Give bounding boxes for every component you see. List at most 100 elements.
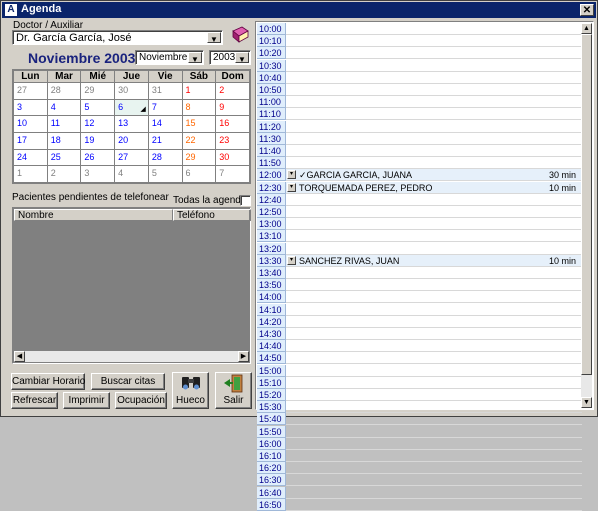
calendar-day[interactable]: 19 (80, 131, 116, 150)
time-slot-row[interactable]: 11:40 (257, 145, 582, 157)
buscar-citas-button[interactable]: Buscar citas (91, 373, 165, 390)
chevron-down-icon[interactable]: ▾ (287, 182, 296, 192)
calendar-day-today[interactable]: 6 ◢ (114, 98, 149, 117)
appointment-row[interactable]: 13:30 ▾ SANCHEZ RIVAS, JUAN 10 min (257, 254, 582, 267)
time-slot-row[interactable]: 10:30 (257, 59, 582, 72)
calendar-day[interactable]: 10 (13, 115, 48, 133)
appointment-row[interactable]: 12:30 ▾ TORQUEMADA PEREZ, PEDRO 10 min (257, 181, 582, 194)
calendar-day[interactable]: 9 (215, 98, 250, 117)
scroll-left-icon[interactable]: ◀ (14, 351, 25, 362)
chevron-down-icon[interactable]: ▼ (188, 52, 202, 64)
all-agendas-checkbox[interactable] (240, 195, 251, 206)
calendar-day[interactable]: 28 (147, 148, 183, 167)
time-slot-row[interactable]: 10:50 (257, 84, 582, 96)
column-header-nombre[interactable]: Nombre (14, 209, 173, 221)
calendar-day[interactable]: 29 (181, 148, 217, 167)
scroll-up-icon[interactable]: ▲ (581, 23, 592, 34)
calendar-day[interactable]: 7 (147, 98, 183, 117)
calendar-day[interactable]: 27 (13, 82, 48, 100)
doctor-select[interactable]: Dr. García García, José ▼ (12, 30, 223, 45)
time-slot-row[interactable]: 15:50 (257, 425, 582, 438)
column-header-telefono[interactable]: Teléfono (173, 209, 251, 221)
calendar-day[interactable]: 11 (46, 115, 82, 133)
calendar-day[interactable]: 28 (46, 82, 82, 100)
pending-list[interactable]: Nombre Teléfono ◀ ▶ (12, 207, 251, 364)
calendar-day[interactable]: 30 (114, 82, 149, 100)
salir-button[interactable]: Salir (215, 372, 252, 409)
calendar-day[interactable]: 1 (181, 82, 217, 100)
close-button[interactable]: ✕ (580, 4, 594, 16)
calendar-day[interactable]: 22 (181, 131, 217, 150)
time-slot-row[interactable]: 16:10 (257, 450, 582, 462)
time-slot-row[interactable]: 11:50 (257, 157, 582, 170)
time-slot-row[interactable]: 14:50 (257, 352, 582, 365)
calendar-day[interactable]: 25 (46, 148, 82, 167)
refrescar-button[interactable]: Refrescar (11, 392, 58, 409)
time-slot-row[interactable]: 14:40 (257, 340, 582, 353)
time-slot-row[interactable]: 14:00 (257, 291, 582, 304)
time-slot-row[interactable]: 11:30 (257, 132, 582, 145)
time-slot-row[interactable]: 15:30 (257, 401, 582, 414)
calendar-day[interactable]: 21 (147, 131, 183, 150)
time-slot-row[interactable]: 11:20 (257, 120, 582, 133)
chevron-down-icon[interactable]: ▼ (207, 32, 221, 44)
chevron-down-icon[interactable]: ▼ (235, 52, 249, 64)
time-slot-row[interactable]: 15:10 (257, 376, 582, 389)
time-slot-row[interactable]: 15:20 (257, 389, 582, 401)
calendar-day[interactable]: 30 (215, 148, 250, 167)
calendar-day[interactable]: 4 (46, 98, 82, 117)
calendar-day[interactable]: 4 (114, 165, 149, 183)
cambiar-horario-button[interactable]: Cambiar Horario (11, 373, 85, 390)
calendar-day[interactable]: 3 (13, 98, 48, 117)
time-slot-row[interactable]: 14:30 (257, 328, 582, 340)
time-slot-row[interactable]: 13:40 (257, 267, 582, 279)
time-slot-row[interactable]: 15:40 (257, 413, 582, 426)
calendar-day[interactable]: 29 (80, 82, 116, 100)
calendar-day[interactable]: 5 (80, 98, 116, 117)
year-select[interactable]: 2003 ▼ (209, 50, 251, 65)
calendar-day[interactable]: 2 (215, 82, 250, 100)
book-icon[interactable] (230, 25, 250, 45)
calendar-day[interactable]: 7 (215, 165, 250, 183)
calendar-day[interactable]: 20 (114, 131, 149, 150)
time-slot-row[interactable]: 16:30 (257, 474, 582, 487)
time-slot-row[interactable]: 13:50 (257, 279, 582, 292)
calendar-day[interactable]: 23 (215, 131, 250, 150)
scroll-right-icon[interactable]: ▶ (238, 351, 249, 362)
month-select[interactable]: Noviembre ▼ (135, 50, 204, 65)
calendar-day[interactable]: 16 (215, 115, 250, 133)
calendar-day[interactable]: 5 (147, 165, 183, 183)
time-slot-row[interactable]: 11:10 (257, 108, 582, 121)
calendar-day[interactable]: 17 (13, 131, 48, 150)
calendar-day[interactable]: 31 (147, 82, 183, 100)
time-slot-row[interactable]: 13:00 (257, 218, 582, 231)
calendar-day[interactable]: 15 (181, 115, 217, 133)
calendar-day[interactable]: 13 (114, 115, 149, 133)
time-slot-row[interactable]: 13:10 (257, 230, 582, 243)
calendar-day[interactable]: 27 (114, 148, 149, 167)
time-slot-row[interactable]: 16:40 (257, 486, 582, 499)
time-slot-row[interactable]: 12:50 (257, 206, 582, 218)
time-slot-row[interactable]: 10:20 (257, 47, 582, 60)
time-slot-row[interactable]: 15:00 (257, 364, 582, 377)
calendar-day[interactable]: 14 (147, 115, 183, 133)
time-slot-row[interactable]: 10:40 (257, 71, 582, 84)
time-slot-row[interactable]: 14:20 (257, 315, 582, 328)
time-slot-row[interactable]: 13:20 (257, 242, 582, 255)
time-slot-row[interactable]: 10:10 (257, 35, 582, 48)
calendar-day[interactable]: 18 (46, 131, 82, 150)
appointment-row[interactable]: 12:00 ▾ ✓GARCIA GARCIA, JUANA 30 min (257, 169, 582, 182)
calendar-day[interactable]: 2 (46, 165, 82, 183)
vertical-scrollbar[interactable]: ▲ ▼ (581, 23, 592, 408)
chevron-down-icon[interactable]: ▾ (287, 255, 296, 265)
calendar-day[interactable]: 3 (80, 165, 116, 183)
scroll-down-icon[interactable]: ▼ (581, 397, 592, 408)
horizontal-scrollbar[interactable]: ◀ ▶ (14, 351, 249, 362)
calendar-day[interactable]: 12 (80, 115, 116, 133)
calendar-day[interactable]: 6 (181, 165, 217, 183)
calendar-day[interactable]: 24 (13, 148, 48, 167)
chevron-down-icon[interactable]: ▾ (287, 170, 296, 180)
time-slot-row[interactable]: 16:20 (257, 462, 582, 475)
time-slot-row[interactable]: 12:40 (257, 193, 582, 206)
ocupacion-button[interactable]: Ocupación (115, 392, 167, 409)
